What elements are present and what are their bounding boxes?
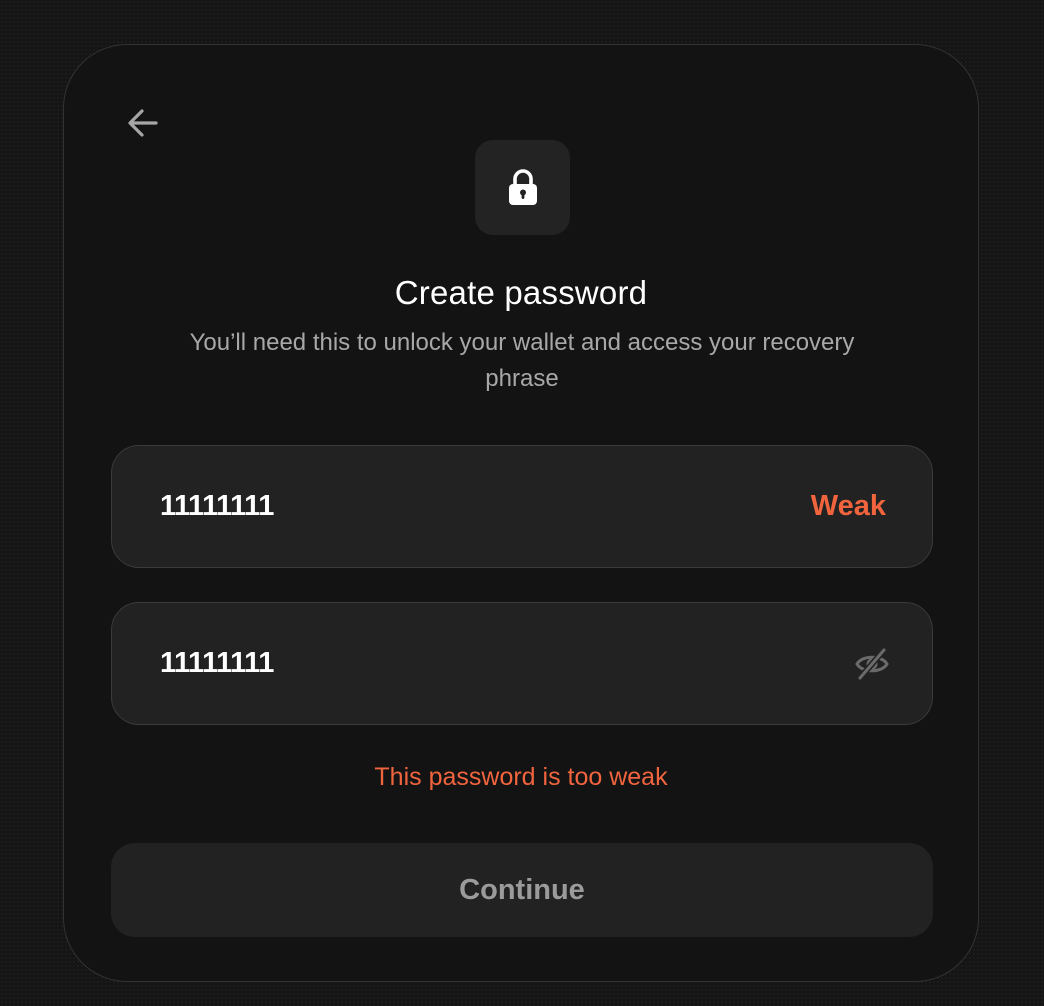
- password-strength-label: Weak: [810, 490, 886, 522]
- confirm-password-field[interactable]: 11111111: [111, 602, 933, 725]
- lock-badge: [475, 140, 570, 235]
- create-password-card: Create password You’ll need this to unlo…: [63, 44, 979, 982]
- confirm-password-value: 11111111: [160, 647, 274, 679]
- password-field[interactable]: 11111111 Weak: [111, 445, 933, 568]
- eye-off-icon: [855, 648, 889, 680]
- page-title: Create password: [394, 274, 648, 311]
- visibility-toggle-button[interactable]: [852, 644, 892, 684]
- arrow-left-icon: [128, 109, 158, 137]
- continue-button[interactable]: Continue: [111, 843, 933, 937]
- page-subtitle: You’ll need this to unlock your wallet a…: [189, 329, 855, 392]
- password-error-message: This password is too weak: [374, 763, 668, 791]
- back-button[interactable]: [121, 101, 165, 145]
- lock-icon: [508, 168, 537, 205]
- password-value: 11111111: [160, 490, 274, 522]
